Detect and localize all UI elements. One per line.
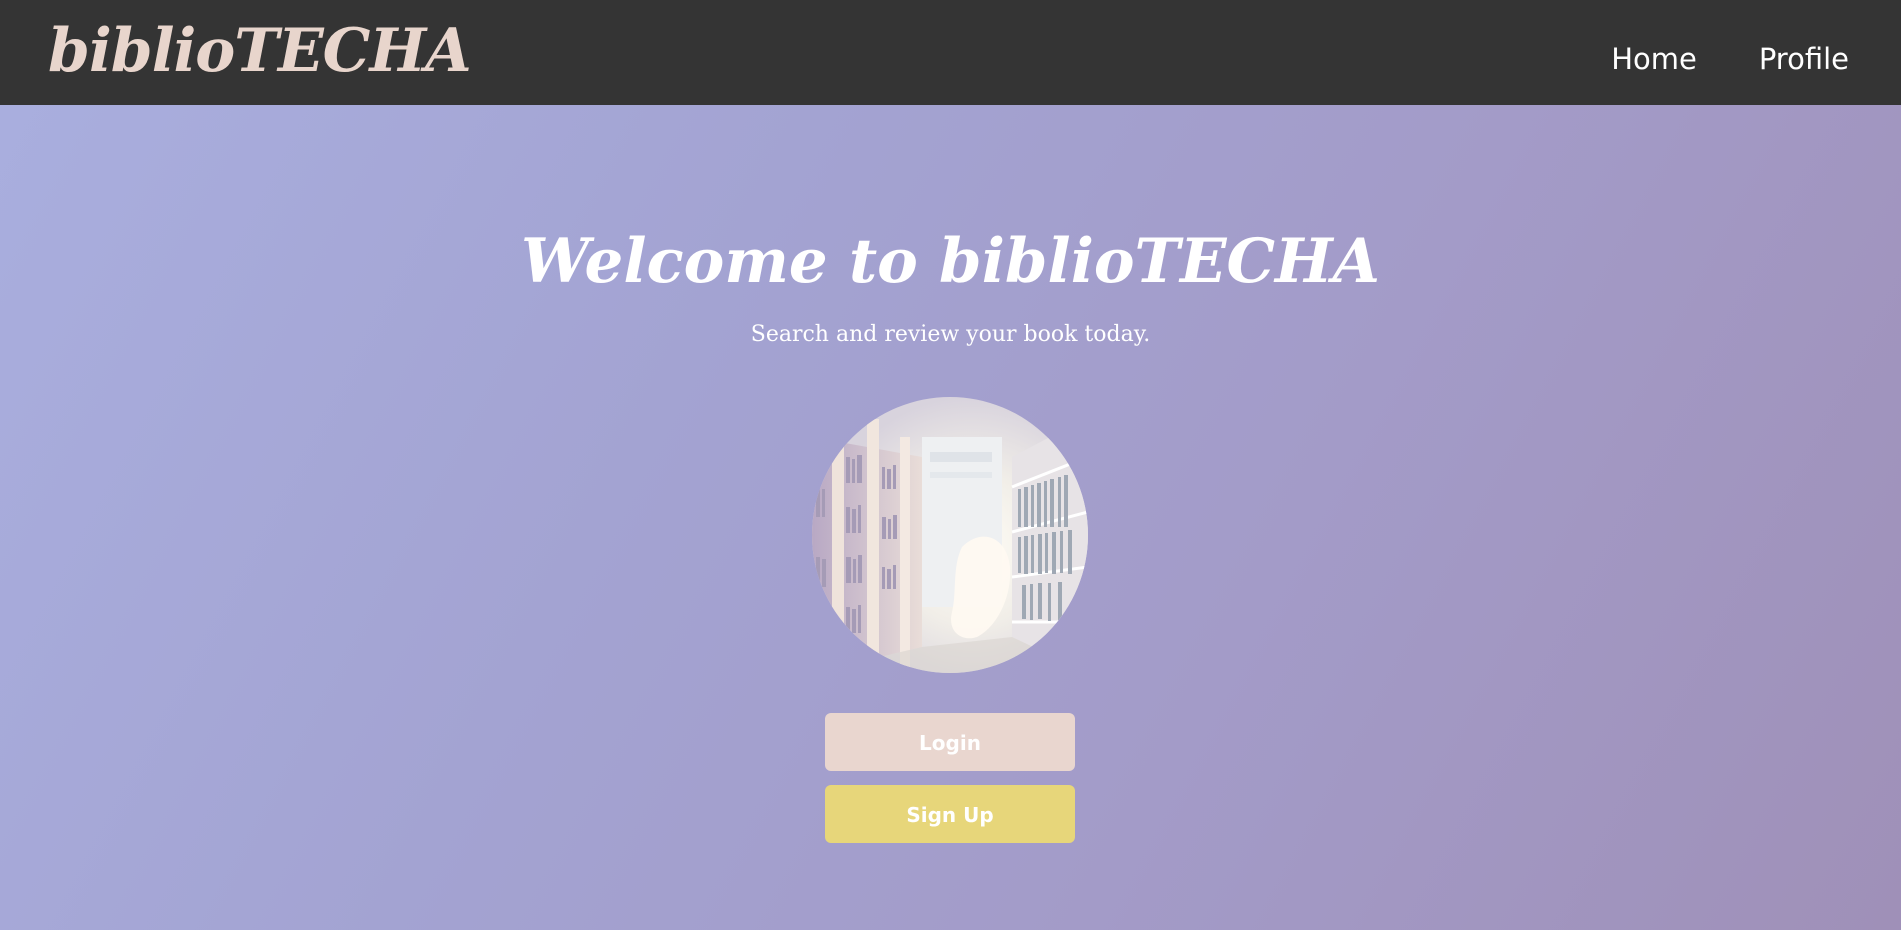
nav-links: Home Profile [1611,43,1849,76]
page-subtitle: Search and review your book today. [750,322,1151,347]
hero-section: Welcome to biblioTECHA Search and review… [0,105,1901,930]
login-button[interactable]: Login [825,713,1075,771]
nav-profile-link[interactable]: Profile [1759,43,1849,76]
library-image [812,397,1088,673]
signup-button[interactable]: Sign Up [825,785,1075,843]
navbar: biblioTECHA Home Profile [0,0,1901,105]
nav-home-link[interactable]: Home [1611,43,1697,76]
brand-logo[interactable]: biblioTECHA [48,18,472,84]
page-title: Welcome to biblioTECHA [521,226,1380,297]
library-bookshelves-image [812,397,1088,673]
